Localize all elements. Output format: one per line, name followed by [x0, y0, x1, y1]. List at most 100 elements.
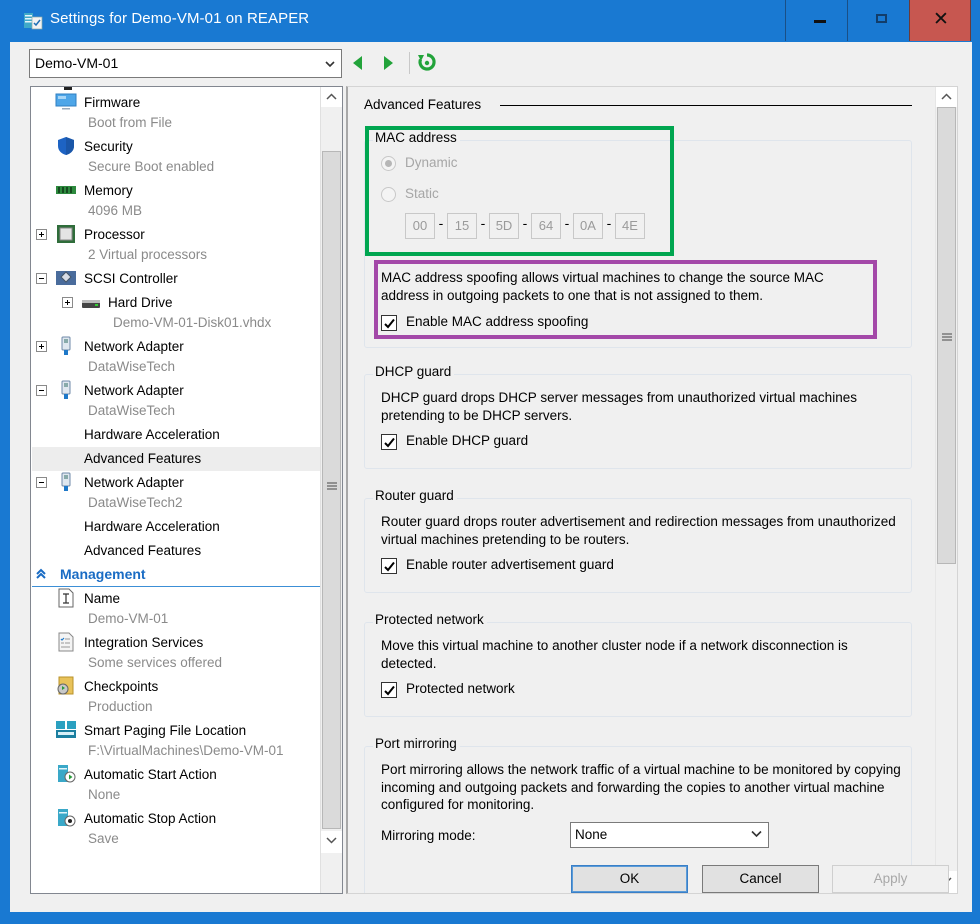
close-button[interactable]: ✕ — [909, 0, 971, 41]
tree-item-hardware-acceleration-2[interactable]: Hardware Acceleration — [31, 516, 319, 538]
protected-network-description: Move this virtual machine to another clu… — [381, 638, 848, 671]
automatic-stop-icon — [58, 809, 76, 827]
panel-scrollbar[interactable] — [935, 87, 957, 893]
toolbar-separator — [409, 52, 410, 74]
vm-selector-value: Demo-VM-01 — [35, 55, 119, 71]
tree-item-automatic-stop-action[interactable]: Automatic Stop Action — [31, 808, 319, 830]
tree-scroll-thumb[interactable] — [322, 151, 341, 829]
forward-arrow-icon[interactable] — [380, 54, 396, 72]
section-title: Advanced Features — [364, 97, 482, 112]
shield-icon — [58, 137, 74, 155]
expand-icon[interactable] — [62, 297, 73, 308]
network-adapter-icon — [61, 472, 71, 491]
vm-selector-dropdown[interactable]: Demo-VM-01 — [29, 49, 342, 78]
tree-item-scsi-controller[interactable]: SCSI Controller — [31, 268, 319, 290]
close-icon: ✕ — [933, 8, 949, 30]
tree-item-memory[interactable]: Memory — [31, 180, 319, 202]
minimize-icon — [814, 20, 826, 23]
checkbox-checked-icon — [381, 682, 397, 698]
tree-item-smart-paging-detail: F:\VirtualMachines\Demo-VM-01 — [88, 743, 284, 758]
name-icon — [58, 588, 74, 608]
tree-item-name[interactable]: Name — [31, 588, 319, 610]
tree-item-hard-drive-detail: Demo-VM-01-Disk01.vhdx — [113, 315, 272, 330]
mirroring-mode-value: None — [575, 827, 608, 842]
tree-item-security[interactable]: Security — [31, 136, 319, 158]
port-mirroring-legend: Port mirroring — [373, 736, 460, 751]
tree-item-advanced-features-2[interactable]: Advanced Features — [31, 540, 319, 562]
mac-spoofing-highlight-box — [374, 260, 877, 339]
processor-icon — [57, 225, 75, 243]
title-bar: Settings for Demo-VM-01 on REAPER ✕ — [0, 0, 980, 42]
tree-item-hard-drive[interactable]: Hard Drive — [31, 292, 319, 314]
tree-item-integration-services[interactable]: Integration Services — [31, 632, 319, 654]
maximize-icon — [876, 14, 887, 23]
collapse-icon[interactable] — [36, 385, 47, 396]
router-guard-description: Router guard drops router advertisement … — [381, 514, 896, 547]
tree-scrollbar[interactable] — [320, 87, 342, 893]
maximize-button[interactable] — [847, 0, 909, 41]
checkbox-checked-icon — [381, 558, 397, 574]
scroll-down-button[interactable] — [321, 831, 342, 853]
hard-drive-icon — [82, 300, 100, 308]
protected-network-group: Protected network Move this virtual mach… — [364, 612, 912, 717]
expand-icon[interactable] — [36, 229, 47, 240]
scroll-up-button[interactable] — [321, 87, 342, 107]
smart-paging-icon — [56, 721, 76, 738]
tree-item-network-adapter-2[interactable]: Network Adapter — [31, 380, 319, 402]
tree-item-security-detail: Secure Boot enabled — [88, 159, 215, 174]
chevron-down-icon — [751, 830, 762, 838]
tree-item-automatic-stop-detail: Save — [88, 831, 119, 846]
cancel-button[interactable]: Cancel — [702, 865, 819, 893]
tree-item-network-adapter-3[interactable]: Network Adapter — [31, 472, 319, 494]
collapse-icon[interactable] — [36, 477, 47, 488]
tree-item-smart-paging-file-location[interactable]: Smart Paging File Location — [31, 720, 319, 742]
tree-item-network-adapter-1[interactable]: Network Adapter — [31, 336, 319, 358]
panel-scroll-thumb[interactable] — [937, 107, 956, 564]
tree-item-firmware[interactable]: Firmware — [31, 92, 319, 114]
tree-item-checkpoints[interactable]: Checkpoints — [31, 676, 319, 698]
back-arrow-icon[interactable] — [350, 54, 366, 72]
tree-item-hardware-acceleration-1[interactable]: Hardware Acceleration — [31, 424, 319, 446]
network-adapter-icon — [61, 336, 71, 355]
tree-item-firmware-detail: Boot from File — [88, 115, 173, 130]
dhcp-guard-legend: DHCP guard — [373, 364, 455, 379]
router-guard-group: Router guard Router guard drops router a… — [364, 488, 912, 593]
checkbox-checked-icon — [381, 434, 397, 450]
tree-item-memory-detail: 4096 MB — [88, 203, 143, 218]
minimize-button[interactable] — [785, 0, 847, 41]
dhcp-guard-description: DHCP guard drops DHCP server messages fr… — [381, 390, 857, 423]
tree-item-processor[interactable]: Processor — [31, 224, 319, 246]
memory-icon — [56, 186, 76, 194]
partial-item-icon — [64, 87, 72, 90]
mac-address-highlight-box — [365, 126, 674, 256]
ok-button[interactable]: OK — [571, 865, 688, 893]
tree-item-name-detail: Demo-VM-01 — [88, 611, 169, 626]
checkpoints-icon — [57, 676, 74, 695]
dhcp-guard-group: DHCP guard DHCP guard drops DHCP server … — [364, 364, 912, 469]
section-divider — [500, 105, 912, 106]
collapse-section-icon — [36, 568, 46, 579]
router-guard-legend: Router guard — [373, 488, 457, 503]
automatic-start-icon — [58, 765, 76, 783]
tree-item-automatic-start-action[interactable]: Automatic Start Action — [31, 764, 319, 786]
tree-item-network-adapter-2-detail: DataWiseTech — [88, 403, 176, 418]
expand-icon[interactable] — [36, 341, 47, 352]
scsi-controller-icon — [56, 271, 76, 285]
scroll-up-button[interactable] — [936, 87, 957, 107]
grip-icon — [327, 482, 337, 490]
advanced-features-panel: Advanced Features MAC address Dynamic St… — [346, 86, 958, 894]
protected-network-legend: Protected network — [373, 612, 487, 627]
collapse-icon[interactable] — [36, 273, 47, 284]
settings-app-icon — [24, 13, 43, 30]
network-adapter-icon — [61, 380, 71, 399]
tree-item-advanced-features-1[interactable]: Advanced Features — [31, 448, 319, 470]
settings-tree: Firmware Boot from File Security Secure … — [30, 86, 343, 894]
tree-item-automatic-start-detail: None — [88, 787, 121, 802]
mirroring-mode-label: Mirroring mode: — [381, 828, 476, 843]
refresh-icon[interactable] — [416, 51, 438, 73]
mirroring-mode-dropdown[interactable]: None — [570, 822, 769, 848]
chevron-up-icon — [941, 93, 952, 100]
tree-item-integration-services-detail: Some services offered — [88, 655, 223, 670]
management-section-header[interactable]: Management — [32, 563, 320, 587]
apply-button[interactable]: Apply — [832, 865, 949, 893]
